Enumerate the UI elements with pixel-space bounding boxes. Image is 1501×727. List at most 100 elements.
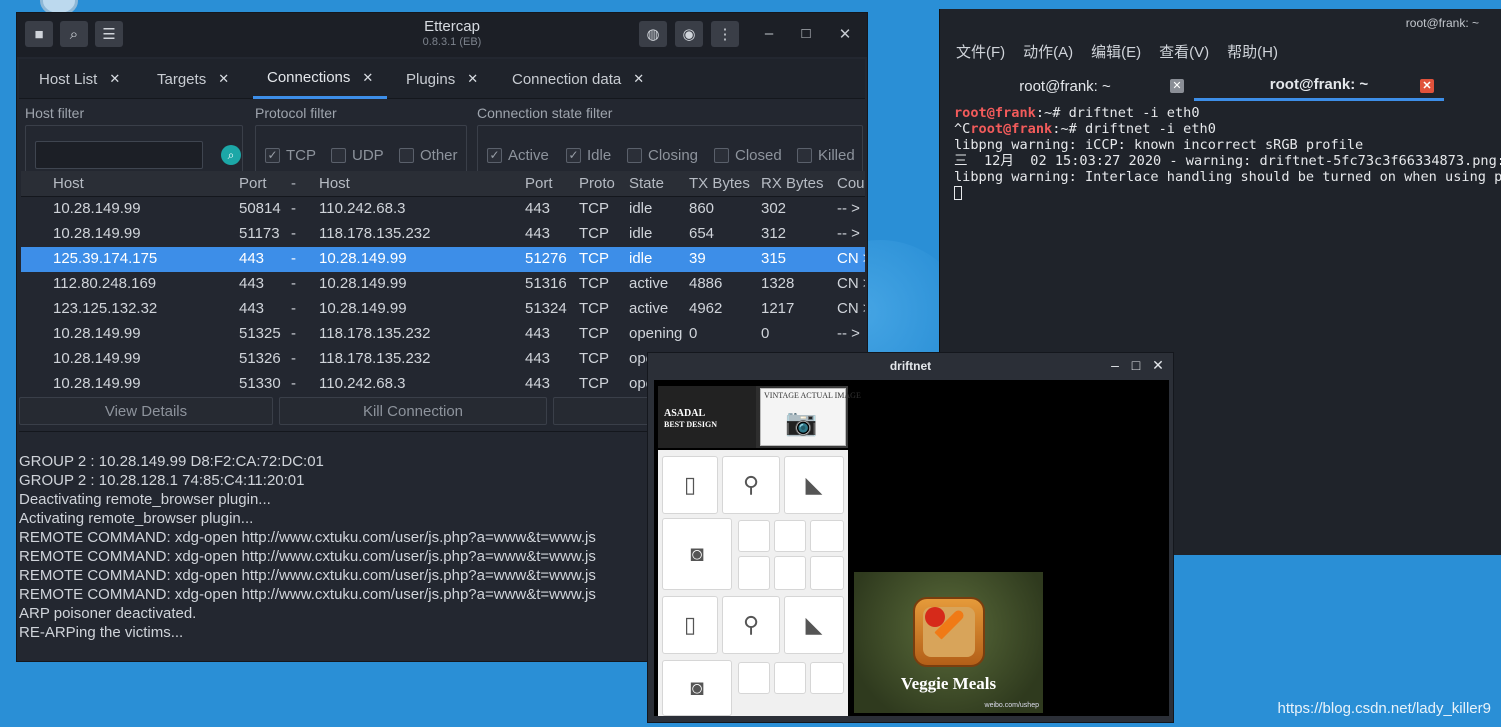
terminal-output[interactable]: root@frank:~# driftnet -i eth0 ^Croot@fra… [954,105,1501,201]
table-row[interactable]: 10.28.149.99 50814- 110.242.68.3 443 TCP idle… [21,197,865,222]
table-row[interactable]: 10.28.149.99 51325- 118.178.135.232 443 TCP o… [21,322,865,347]
terminal-tab-1[interactable]: root@frank: ~ ✕ [940,71,1190,101]
server-icon[interactable]: ☰ [95,21,123,47]
checkbox-tcp[interactable]: ✓ TCP [265,147,316,164]
banner-title: ASADAL [664,408,706,419]
close-icon[interactable]: ✕ [362,70,373,86]
close-icon[interactable]: ✕ [467,71,478,87]
cell-col-proto: TCP [579,300,609,317]
checkbox-box[interactable] [331,148,346,163]
maximize-button[interactable]: □ [796,25,816,42]
cell-col-port: 51326 [239,350,281,367]
menu-help[interactable]: 帮助(H) [1227,41,1278,62]
close-icon[interactable]: ✕ [218,71,229,87]
close-button[interactable]: ✕ [1151,357,1165,374]
stop-icon[interactable]: ■ [25,21,53,47]
checkbox-box[interactable]: ✓ [566,148,581,163]
table-row[interactable]: 10.28.149.99 51173- 118.178.135.232 443 TCP i… [21,222,865,247]
cell-col-host-dest: 10.28.149.99 [319,250,407,267]
app-version: 0.8.3.1 (EB) [422,36,482,48]
close-icon[interactable]: ✕ [1170,79,1184,93]
terminal-path: :~ [1052,121,1069,137]
camera-icon: ◙ [690,675,704,700]
checkbox-box[interactable] [399,148,414,163]
header-col-rx[interactable]: RX Bytes [761,175,824,192]
cell-col-host: 10.28.149.99 [53,200,141,217]
terminal-tab-2[interactable]: root@frank: ~ ✕ [1194,71,1444,101]
minimize-button[interactable]: – [759,25,779,42]
cell-col-country: -- > [837,325,860,342]
checkbox-box[interactable]: ✓ [487,148,502,163]
captured-image-icon-sheet[interactable]: ▯ ⚲ ◣ ◙ ▯ ⚲ ◣ ◙ [658,450,848,716]
checkbox-box[interactable] [627,148,642,163]
checkbox-udp[interactable]: UDP [331,147,384,164]
tab-label: Host List [39,70,98,88]
host-filter-input[interactable] [35,141,203,169]
record-icon[interactable]: ◉ [675,21,703,47]
checkbox-closing[interactable]: Closing [627,147,698,164]
cell-col-port-dest: 51276 [525,250,567,267]
checkbox-other[interactable]: Other [399,147,458,164]
header-col-host-dest[interactable]: Host [319,175,350,192]
tab-plugins[interactable]: Plugins ✕ [406,59,478,99]
checkbox-closed[interactable]: Closed [714,147,782,164]
cell-col-host-dest: 118.178.135.232 [319,325,431,342]
maximize-button[interactable]: □ [1129,357,1143,373]
cell-col-port: 443 [239,300,265,317]
search-icon[interactable]: ⌕ [221,145,241,165]
header-col-state[interactable]: State [629,175,664,192]
tab-targets[interactable]: Targets ✕ [157,59,229,99]
header-col-port-dest[interactable]: Port [525,175,553,192]
search-icon[interactable]: ⌕ [60,21,88,47]
terminal-rest: 三 12月 02 15:03:27 2020 - warning: driftn… [954,153,1501,169]
header-col-country[interactable]: Cou [837,175,865,192]
cell-col-state: idle [629,250,653,267]
close-button[interactable]: ✕ [835,25,855,43]
cell-col-host-dest: 118.178.135.232 [319,225,431,242]
driftnet-title: driftnet [889,359,932,373]
captured-image-veggie-meals[interactable]: Veggie Meals weibo.com/ushep [854,572,1043,713]
checkbox-idle[interactable]: ✓ Idle [566,147,611,164]
kill-connection-button[interactable]: Kill Connection [279,397,547,425]
globe-icon[interactable]: ◍ [639,21,667,47]
checkbox-box[interactable]: ✓ [265,148,280,163]
header-col-sep[interactable]: - [291,175,296,192]
tab-connections[interactable]: Connections ✕ [253,59,388,99]
close-icon[interactable]: ✕ [633,71,644,87]
menu-edit[interactable]: 编辑(E) [1091,41,1141,62]
checkbox-box[interactable] [714,148,729,163]
terminal-prompt-line[interactable] [954,185,1501,201]
checkbox-box[interactable] [797,148,812,163]
close-icon[interactable]: ✕ [1420,79,1434,93]
cell-col-state: idle [629,225,653,242]
menu-file[interactable]: 文件(F) [956,41,1005,62]
menu-view[interactable]: 查看(V) [1159,41,1209,62]
table-row[interactable]: 125.39.174.175 443 - 10.28.149.99 51276 TCP id… [21,247,865,272]
terminal-user: root@frank [970,121,1053,137]
view-details-button[interactable]: View Details [19,397,273,425]
tab-bar: Host List ✕ Targets ✕ Connections ✕ Plug… [19,59,865,99]
header-col-host[interactable]: Host [53,175,84,192]
table-row[interactable]: 123.125.132.32 443 - 10.28.149.99 51324 TCP ac… [21,297,865,322]
header-col-tx[interactable]: TX Bytes [689,175,750,192]
tab-connection-data[interactable]: Connection data ✕ [512,59,644,99]
cell-col-tx: 654 [689,225,715,242]
menu-action[interactable]: 动作(A) [1023,41,1073,62]
thumb [738,556,770,590]
minimize-button[interactable]: – [1108,357,1122,373]
cell-col-port-dest: 443 [525,325,551,342]
kebab-menu-icon[interactable]: ⋮ [711,21,739,47]
thumb [774,662,806,694]
checkbox-killed[interactable]: Killed [797,147,855,164]
terminal-rest: # driftnet -i eth0 [1052,105,1200,121]
captured-image-banner[interactable]: ASADAL BEST DESIGN VINTAGE ACTUAL IMAGE … [658,386,861,448]
close-icon[interactable]: ✕ [109,71,120,87]
tab-label: Connection data [512,70,622,88]
table-row[interactable]: 112.80.248.169 443 - 10.28.149.99 51316 TCP ac… [21,272,865,297]
tab-host-list[interactable]: Host List ✕ [39,59,120,99]
tab-label: Connections [267,69,351,86]
header-col-proto[interactable]: Proto [579,175,615,192]
header-col-port[interactable]: Port [239,175,267,192]
cell-col-proto: TCP [579,375,609,392]
checkbox-active[interactable]: ✓ Active [487,147,549,164]
